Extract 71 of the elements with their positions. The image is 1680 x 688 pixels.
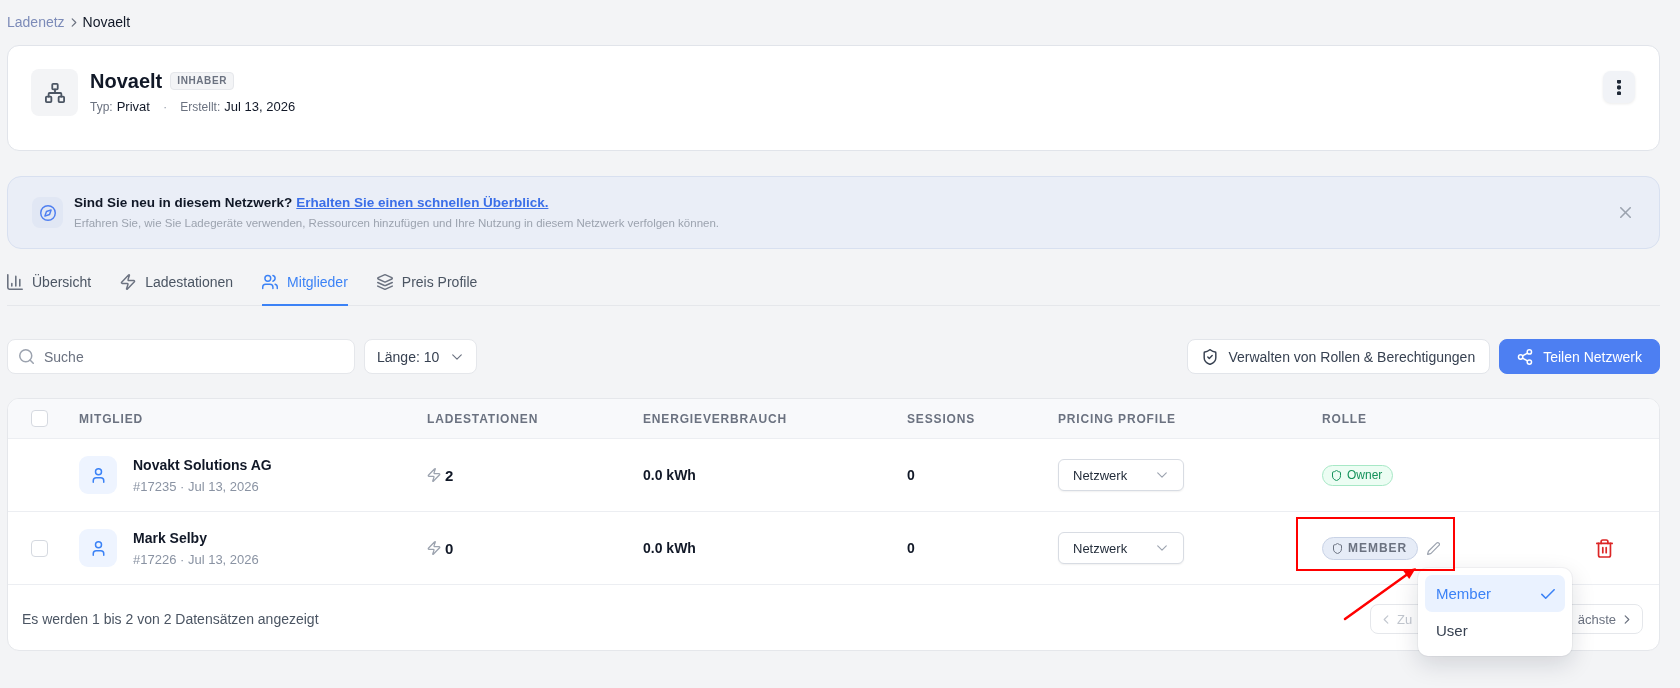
chevron-right-icon	[1624, 614, 1630, 624]
member-name: Mark Selby	[133, 528, 208, 547]
chevron-left-icon	[1383, 614, 1389, 624]
overview-link[interactable]: Erhalten Sie einen schnellen Überblick.	[296, 194, 549, 212]
tab[interactable]: Ladestationen	[120, 259, 234, 306]
search-field[interactable]: Suche	[7, 339, 355, 374]
length-select[interactable]: Länge: 10	[364, 339, 477, 374]
type-value: Privat	[116, 99, 150, 114]
chevron-down-icon	[1157, 472, 1167, 478]
station-count: 2	[445, 466, 454, 484]
column-header: PRICING PROFILE	[1058, 411, 1177, 426]
menu-option[interactable]: User	[1425, 612, 1565, 649]
column-header: LADESTATIONEN	[427, 411, 540, 426]
lightning-icon	[120, 274, 137, 290]
trash-icon[interactable]	[1596, 538, 1613, 558]
close-icon	[1620, 207, 1631, 218]
next-button[interactable]: ächste	[1577, 611, 1630, 627]
session-count: 0	[907, 467, 916, 483]
check-icon	[1541, 588, 1555, 599]
user-icon	[79, 456, 117, 494]
chevron-right-icon	[70, 17, 77, 27]
network-icon	[31, 69, 78, 116]
created-label: Erstellt:	[180, 100, 221, 114]
type-label: Typ:	[90, 100, 113, 114]
checkbox[interactable]	[31, 539, 48, 557]
role-badge: MEMBER	[1322, 536, 1419, 560]
column-header: ROLLE	[1322, 411, 1368, 426]
network-name: Novaelt	[90, 69, 163, 93]
shield-icon	[1331, 469, 1342, 481]
pencil-icon[interactable]	[1427, 541, 1441, 555]
search-icon	[19, 349, 34, 364]
close-button[interactable]	[1620, 207, 1631, 218]
member-meta: #17235 · Jul 13, 2026	[133, 478, 260, 495]
column-header: SESSIONS	[907, 411, 977, 426]
users-icon	[262, 274, 279, 290]
pricing-profile-select[interactable]: Netzwerk	[1058, 459, 1184, 491]
compass-icon	[32, 197, 63, 228]
banner-title: Sind Sie neu in diesem Netzwerk?	[74, 194, 293, 212]
chevron-down-icon	[1157, 545, 1167, 551]
member-name: Novakt Solutions AG	[133, 455, 272, 474]
banner-text: Erfahren Sie, wie Sie Ladegeräte verwenden, Ressourcen hinzufügen und Ihre Nutzung in diesem Netzwerk verfolgen können.	[74, 216, 720, 231]
record-count: Es werden 1 bis 2 von 2 Datensätzen angezeigt	[22, 611, 319, 627]
chevron-down-icon	[452, 353, 462, 360]
tab[interactable]: Übersicht	[7, 259, 92, 306]
checkbox[interactable]	[31, 410, 48, 427]
energy-value: 0.0 kWh	[643, 540, 697, 556]
user-icon	[79, 529, 117, 567]
shield-icon	[1332, 542, 1343, 554]
share-button[interactable]: Teilen Netzwerk	[1499, 339, 1660, 374]
created-value: Jul 13, 2026	[224, 99, 296, 114]
station-count: 0	[445, 539, 454, 557]
pricing-profile-select[interactable]: Netzwerk	[1058, 532, 1184, 564]
lightning-icon	[427, 468, 441, 482]
lightning-icon	[427, 541, 441, 555]
shield-check-icon	[1202, 348, 1219, 365]
breadcrumb-current: Novaelt	[82, 14, 131, 30]
energy-value: 0.0 kWh	[643, 467, 697, 483]
manage-roles-button[interactable]: Verwalten von Rollen & Berechtigungen	[1187, 339, 1491, 374]
role-badge: Owner	[1322, 464, 1394, 486]
member-meta: #17226 · Jul 13, 2026	[133, 551, 259, 568]
bar-chart-icon	[7, 274, 23, 290]
owner-badge: INHABER	[170, 72, 234, 90]
session-count: 0	[907, 540, 916, 556]
meta-separator: ·	[162, 99, 168, 114]
layers-icon	[376, 274, 393, 290]
column-header: MITGLIED	[79, 411, 145, 426]
more-button[interactable]	[1603, 71, 1635, 103]
tab[interactable]: Preis Profile	[376, 259, 478, 306]
more-vertical-icon	[1617, 79, 1621, 95]
share-icon	[1517, 348, 1534, 365]
column-header: ENERGIEVERBRAUCH	[643, 411, 789, 426]
